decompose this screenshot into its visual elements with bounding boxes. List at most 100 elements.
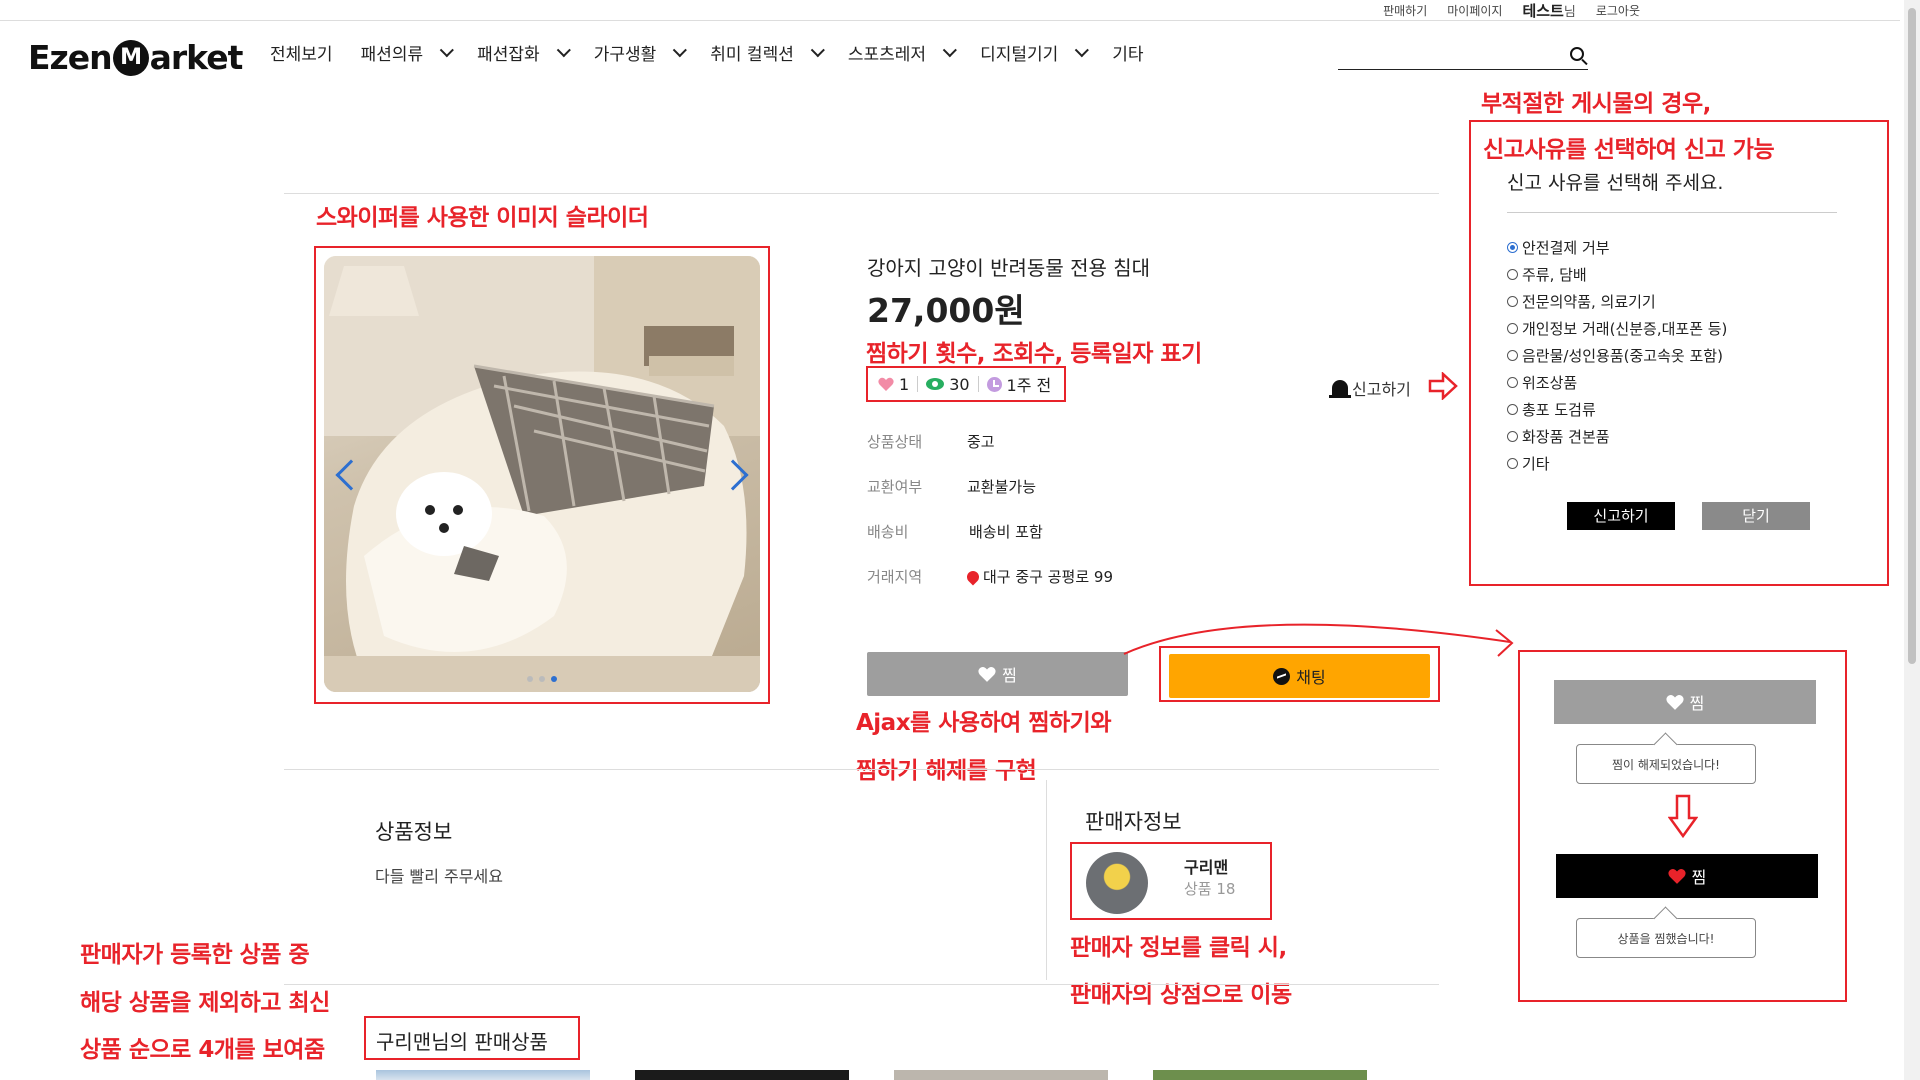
radio-icon[interactable] — [1507, 431, 1518, 442]
chevron-down-icon — [673, 42, 688, 57]
report-reason-option[interactable]: 주류, 담배 — [1507, 261, 1727, 288]
annotation-others-line-1: 판매자가 등록한 상품 중 — [80, 942, 310, 968]
posted-stat: 1주 전 — [986, 372, 1052, 396]
product-price: 27,000원 — [867, 291, 1025, 330]
user-suffix: 님 — [1563, 4, 1576, 20]
report-reason-option[interactable]: 화장품 견본품 — [1507, 423, 1727, 450]
report-close-button[interactable]: 닫기 — [1702, 502, 1810, 530]
nav-label: 디지털기기 — [980, 45, 1059, 65]
radio-icon[interactable] — [1507, 458, 1518, 469]
nav-item-sports[interactable]: 스포츠레저 — [847, 40, 957, 65]
slider-dot-active[interactable] — [551, 676, 557, 682]
zzim-demo-panel: 찜 찜이 해제되었습니다! 찜 상품을 찜했습니다! — [1518, 650, 1847, 1002]
annotation-stats: 찜하기 횟수, 조회수, 등록일자 표기 — [866, 341, 1202, 367]
zzim-button-unliked[interactable]: 찜 — [1554, 680, 1816, 724]
radio-selected-icon[interactable] — [1507, 242, 1518, 253]
report-modal-title: 신고 사유를 선택해 주세요. — [1507, 172, 1724, 194]
nav-item-fashion-goods[interactable]: 패션잡화 — [477, 40, 571, 65]
radio-icon[interactable] — [1507, 296, 1518, 307]
seller-card[interactable]: 구리맨 상품 18 — [1070, 842, 1272, 920]
chevron-down-icon — [810, 42, 825, 57]
nav-item-all[interactable]: 전체보기 — [270, 40, 333, 65]
nav-item-furniture[interactable]: 가구생활 — [593, 40, 688, 65]
slider-dot[interactable] — [539, 676, 545, 682]
nav-item-hobby[interactable]: 취미 컬렉션 — [710, 40, 825, 65]
report-submit-button[interactable]: 신고하기 — [1567, 502, 1675, 530]
report-reason-option[interactable]: 전문의약품, 의료기기 — [1507, 288, 1727, 315]
seller-products-title: 구리맨님의 판매상품 — [364, 1016, 580, 1060]
radio-icon[interactable] — [1507, 404, 1518, 415]
chevron-down-icon — [1075, 42, 1090, 57]
seller-product-thumb[interactable] — [1153, 1070, 1367, 1080]
annotation-report-line-2: 신고사유를 선택하여 신고 가능 — [1483, 137, 1775, 163]
scrollbar-thumb[interactable] — [1908, 8, 1916, 664]
report-reason-option[interactable]: 위조상품 — [1507, 369, 1727, 396]
site-logo[interactable]: Ezen M arket — [28, 38, 244, 77]
nav-label: 가구생활 — [593, 45, 657, 65]
reason-label: 총포 도검류 — [1522, 401, 1596, 419]
product-description: 다들 빨리 주무세요 — [375, 867, 503, 886]
reason-label: 개인정보 거래(신분증,대포폰 등) — [1522, 320, 1728, 338]
report-reason-option[interactable]: 기타 — [1507, 450, 1727, 477]
section-vertical-divider — [1046, 780, 1047, 980]
heart-icon — [978, 666, 996, 682]
mypage-link[interactable]: 마이페이지 — [1447, 2, 1502, 19]
seller-name: 구리맨 — [1184, 858, 1229, 877]
spec-key: 배송비 — [867, 523, 909, 541]
radio-icon[interactable] — [1507, 323, 1518, 334]
heart-icon — [878, 377, 894, 391]
report-reason-option[interactable]: 총포 도검류 — [1507, 396, 1727, 423]
sell-link[interactable]: 판매하기 — [1383, 2, 1427, 19]
nav-label: 스포츠레저 — [847, 45, 927, 65]
spec-value-wrap: 대구 중구 공평로 99 — [964, 566, 1113, 587]
reason-label: 주류, 담배 — [1522, 266, 1587, 284]
slider-dot[interactable] — [527, 676, 533, 682]
views-stat: 30 — [926, 375, 970, 394]
nav-item-fashion-clothing[interactable]: 패션의류 — [361, 40, 455, 65]
annotation-report-line-1: 부적절한 게시물의 경우, — [1481, 91, 1711, 117]
siren-icon — [1329, 380, 1351, 398]
image-slider — [314, 246, 770, 704]
eye-icon — [926, 378, 945, 390]
spec-condition: 상품상태 중고 — [867, 431, 995, 452]
seller-product-thumb[interactable] — [635, 1070, 849, 1080]
report-reason-option[interactable]: 개인정보 거래(신분증,대포폰 등) — [1507, 315, 1727, 342]
radio-icon[interactable] — [1507, 350, 1518, 361]
annotation-seller-line-2: 판매자의 상점으로 이동 — [1070, 982, 1292, 1008]
zzim-button-liked[interactable]: 찜 — [1556, 854, 1818, 898]
search-icon[interactable] — [1570, 47, 1584, 61]
seller-product-thumb[interactable] — [376, 1070, 590, 1080]
radio-icon[interactable] — [1507, 377, 1518, 388]
spec-location: 거래지역 대구 중구 공평로 99 — [867, 566, 1113, 587]
zzim-removed-tooltip: 찜이 해제되었습니다! — [1576, 744, 1756, 784]
logo-text-end: arket — [149, 38, 244, 77]
nav-item-digital[interactable]: 디지털기기 — [980, 40, 1090, 65]
dog-bed-photo — [324, 256, 760, 692]
search-input[interactable] — [1338, 44, 1558, 68]
likes-count: 1 — [899, 374, 910, 394]
zzim-label: 찜 — [1002, 666, 1017, 685]
search-bar — [1338, 44, 1588, 70]
chevron-down-icon — [942, 42, 957, 57]
report-reason-option[interactable]: 음란물/성인용품(중고속옷 포함) — [1507, 342, 1727, 369]
scrollbar-track[interactable] — [1904, 0, 1920, 1080]
zzim-button[interactable]: 찜 — [867, 652, 1128, 696]
spec-value: 중고 — [967, 433, 995, 451]
radio-icon[interactable] — [1507, 269, 1518, 280]
annotation-others-line-3: 상품 순으로 4개를 보여줌 — [80, 1037, 325, 1063]
nav-label: 전체보기 — [270, 45, 333, 65]
report-button[interactable]: 신고하기 — [1329, 376, 1411, 400]
stat-divider — [917, 376, 919, 392]
reason-label: 화장품 견본품 — [1522, 428, 1610, 446]
avatar — [1086, 852, 1148, 914]
posted-time: 1주 전 — [1006, 376, 1052, 395]
section-divider — [284, 769, 1439, 770]
location-pin-icon — [964, 568, 982, 586]
report-reason-option[interactable]: 안전결제 거부 — [1507, 234, 1727, 261]
seller-product-thumb[interactable] — [894, 1070, 1108, 1080]
logo-text-start: Ezen — [28, 38, 113, 77]
likes-stat: 1 — [878, 375, 909, 394]
heart-icon — [1666, 694, 1684, 710]
logout-link[interactable]: 로그아웃 — [1596, 2, 1640, 19]
nav-item-etc[interactable]: 기타 — [1112, 40, 1143, 65]
